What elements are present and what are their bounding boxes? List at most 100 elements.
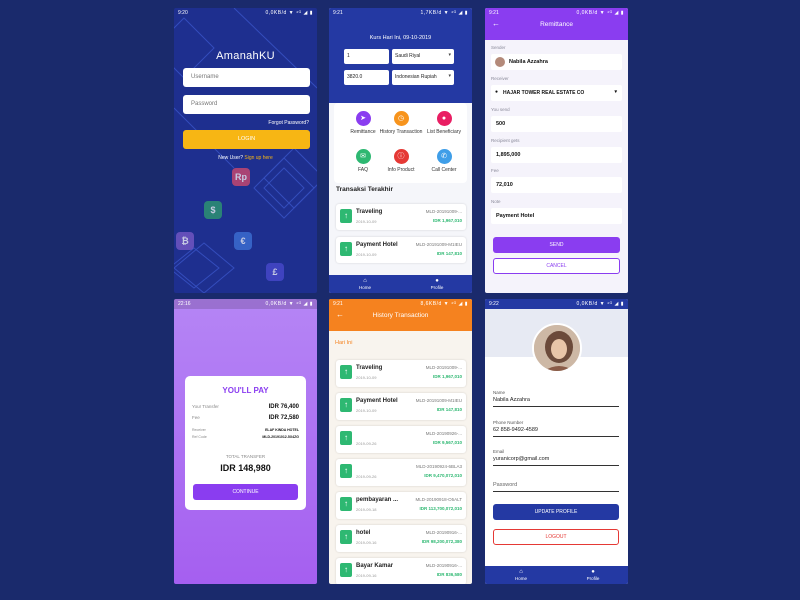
logout-button[interactable]: LOGOUT — [493, 529, 619, 545]
cancel-button[interactable]: CANCEL — [493, 258, 620, 274]
from-currency-select[interactable]: Saudi Riyal ▾ — [392, 49, 454, 64]
status-bar: 22:16 0,0KB/d ▼ ⁴ᴳ ◢ ▮ — [174, 299, 317, 309]
receiver-label: Receiver — [491, 76, 509, 81]
summary-row: Receiver ELAF KINDA HOTEL — [192, 428, 299, 432]
profile-icon: ● — [591, 569, 595, 575]
summary-row: Your Transfer IDR 76,400 — [192, 404, 299, 410]
nav-home[interactable]: ⌂ Home — [345, 277, 385, 290]
nav-profile[interactable]: ● Profile — [417, 277, 457, 290]
menu-call-center[interactable]: ✆ Call Center — [419, 149, 469, 173]
history-icon: ◷ — [393, 111, 409, 126]
list-item[interactable]: ↑ 2019-09-26 MLD-20190924-6BLA3 IDR 9,47… — [336, 459, 466, 486]
to-currency-select[interactable]: Indonesian Rupiah ▾ — [392, 70, 454, 85]
fee-label: Fee — [491, 168, 499, 173]
update-profile-button[interactable]: UPDATE PROFILE — [493, 504, 619, 520]
from-amount-input[interactable]: 1 — [344, 49, 389, 64]
note-label: Note — [491, 199, 501, 204]
row-label: Your Transfer — [192, 404, 219, 409]
transaction-id: MLD-20190916-... — [425, 530, 462, 535]
arrow-up-icon: ↑ — [340, 398, 352, 412]
nav-profile[interactable]: ● Profile — [573, 568, 613, 581]
transaction-name: Bayar Kamar — [356, 563, 394, 569]
to-amount-input[interactable]: 3820.0 — [344, 70, 389, 85]
you-send-label: You send — [491, 107, 510, 112]
you-send-input[interactable]: 500 — [491, 116, 622, 132]
status-icons: 0,0KB/d ▼ ⁴ᴳ ◢ ▮ — [576, 301, 624, 307]
home-screen: 9:21 1,7KB/d ▼ ⁴ᴳ ◢ ▮ Kurs Hari Ini, 09-… — [329, 8, 472, 293]
list-item[interactable]: ↑ Bayar Kamar 2019-09-16 MLD-20190916-..… — [336, 558, 466, 584]
exchange-rate-date: Kurs Hari Ini, 09-10-2019 — [369, 35, 432, 41]
receiver-select[interactable]: ● HAJAR TOWER REAL ESTATE CO ▾ — [491, 85, 622, 101]
bottom-nav: ⌂ Home ● Profile — [329, 275, 472, 293]
nav-home[interactable]: ⌂ Home — [501, 568, 541, 581]
transaction-id: MLD-20191009-... — [425, 209, 462, 214]
transaction-date: 2019-10-09 — [356, 219, 377, 224]
menu-list-beneficiary[interactable]: ● List Beneficiary — [419, 111, 469, 135]
phone-field[interactable]: 62 858-9492-4589 — [493, 427, 619, 437]
send-button[interactable]: SEND — [493, 237, 620, 253]
avatar[interactable] — [532, 323, 582, 373]
profile-photo — [534, 325, 580, 371]
avatar — [495, 57, 505, 67]
row-label: Ref Code — [192, 435, 207, 439]
send-icon: ➤ — [355, 111, 371, 126]
row-value: MLD-20191012-5X4ZG — [262, 435, 299, 439]
transaction-name: pembayaran ... — [356, 497, 399, 503]
transaction-name: Traveling — [356, 365, 383, 371]
transaction-amount: IDR 9,567,010 — [432, 440, 462, 445]
list-item[interactable]: ↑ Payment Hotel 2019-10-09 MLD-20191009-… — [336, 393, 466, 420]
transaction-name: Payment Hotel — [356, 242, 398, 248]
list-item[interactable]: ↑ hotel 2019-09-16 MLD-20190916-... IDR … — [336, 525, 466, 552]
login-button[interactable]: LOGIN — [183, 130, 310, 149]
name-field[interactable]: Nabila Azzahra — [493, 397, 619, 407]
sender-label: Sender — [491, 45, 506, 50]
note-input[interactable]: Payment Hotel — [491, 208, 622, 224]
status-icons: 1,7KB/d ▼ ⁴ᴳ ◢ ▮ — [420, 10, 468, 16]
list-item[interactable]: ↑ 2019-09-26 MLD-20190926-... IDR 9,567,… — [336, 426, 466, 453]
signup-link[interactable]: Sign up here — [244, 155, 272, 161]
email-field[interactable]: yuranicorp@gmail.com — [493, 456, 619, 466]
transaction-date: 2019-09-26 — [356, 441, 377, 446]
list-item[interactable]: ↑ Payment Hotel 2019-10-09 MLD-20191009-… — [336, 237, 466, 263]
status-icons: 0,0KB/d ▼ ⁴ᴳ ◢ ▮ — [265, 301, 313, 307]
list-item[interactable]: ↑ Traveling 2019-10-09 MLD-20191009-... … — [336, 360, 466, 387]
login-screen: 9:20 0,0KB/d ▼ ⁴ᴳ ◢ ▮ AmanahKU Username … — [174, 8, 317, 293]
password-field[interactable]: Password — [493, 482, 619, 492]
card-title: YOU'LL PAY — [222, 386, 269, 395]
menu-label: Call Center — [431, 167, 457, 173]
transaction-id: MLD-20191009-M1IEU — [415, 242, 462, 247]
transaction-name: Payment Hotel — [356, 398, 398, 404]
profile-screen: 9:22 0,0KB/d ▼ ⁴ᴳ ◢ ▮ Name Nabila Azzahr… — [485, 299, 628, 584]
row-label: Receiver — [192, 428, 206, 432]
password-input[interactable]: Password — [183, 95, 310, 114]
bottom-nav: ⌂ Home ● Profile — [485, 566, 628, 584]
euro-icon: € — [234, 232, 252, 250]
arrow-up-icon: ↑ — [340, 563, 352, 577]
list-item[interactable]: ↑ Traveling 2019-10-09 MLD-20191009-... … — [336, 204, 466, 230]
payment-confirmation-screen: 22:16 0,0KB/d ▼ ⁴ᴳ ◢ ▮ YOU'LL PAY Your T… — [174, 299, 317, 584]
info-icon: ⓘ — [393, 149, 409, 164]
history-screen: 9:21 8,6KB/d ▼ ⁴ᴳ ◢ ▮ ← History Transact… — [329, 299, 472, 584]
to-currency-label: Indonesian Rupiah — [395, 74, 437, 80]
transaction-amount: IDR 147,810 — [436, 407, 462, 412]
transaction-date: 2019-09-18 — [356, 507, 377, 512]
forgot-password-link[interactable]: Forgot Password? — [268, 120, 309, 126]
arrow-up-icon: ↑ — [340, 530, 352, 544]
fee-field: 72,010 — [491, 177, 622, 193]
total-transfer-label: TOTAL TRANSFER — [225, 454, 266, 459]
pound-icon: £ — [266, 263, 284, 281]
transaction-name: hotel — [356, 530, 371, 536]
username-input[interactable]: Username — [183, 68, 310, 87]
total-transfer-value: IDR 148,980 — [220, 463, 271, 473]
home-icon: ⌂ — [519, 569, 523, 575]
continue-button[interactable]: CONTINUE — [193, 484, 298, 500]
arrow-up-icon: ↑ — [340, 242, 352, 256]
sender-field[interactable]: Nabila Azzahra — [491, 54, 622, 70]
transaction-id: MLD-20190918-O5ALT — [415, 497, 462, 502]
nav-label: Profile — [586, 576, 600, 581]
list-item[interactable]: ↑ pembayaran ... 2019-09-18 MLD-20190918… — [336, 492, 466, 519]
nav-label: Home — [358, 285, 371, 290]
transaction-amount: IDR 836,580 — [436, 572, 462, 577]
transaction-amount: IDR 1,967,010 — [432, 374, 462, 379]
arrow-up-icon: ↑ — [340, 497, 352, 511]
